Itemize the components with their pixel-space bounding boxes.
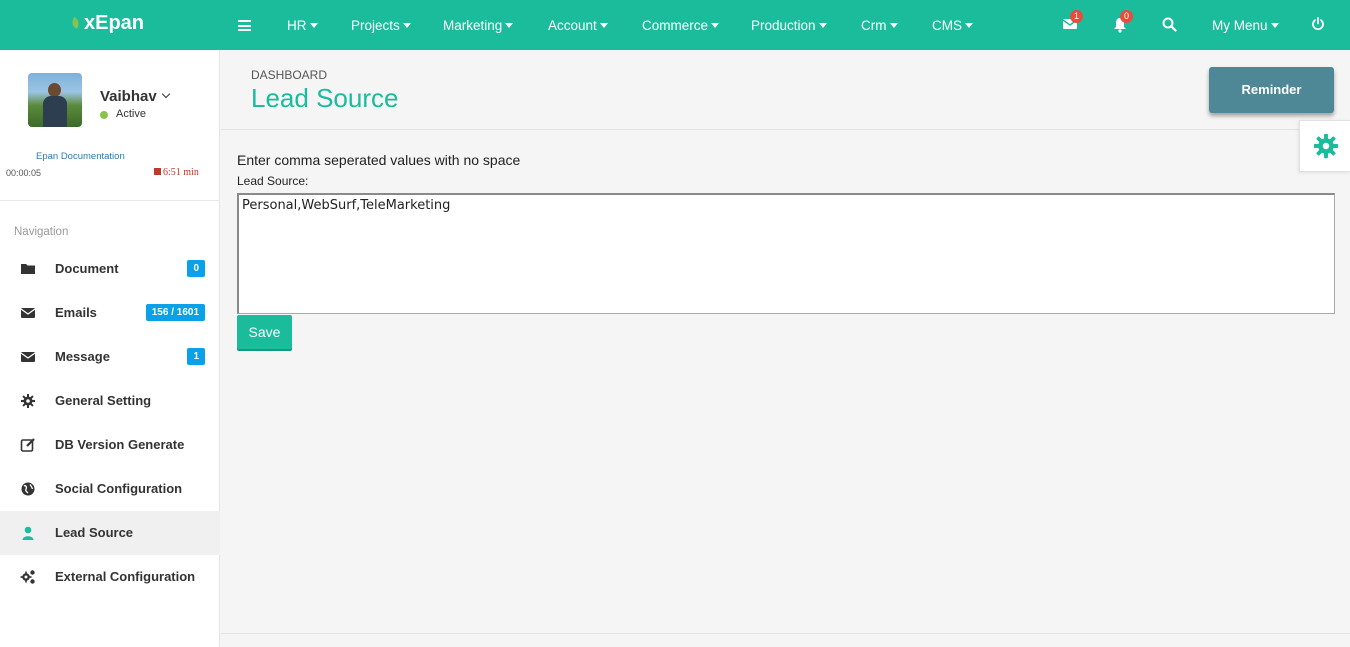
count-badge: 0 bbox=[187, 260, 205, 277]
help-text: Enter comma seperated values with no spa… bbox=[237, 152, 521, 168]
sidebar-item-emails[interactable]: Emails 156 / 1601 bbox=[0, 291, 220, 335]
page-title: Lead Source bbox=[251, 83, 399, 113]
sidebar-item-label: DB Version Generate bbox=[55, 437, 185, 452]
notification-count-badge: 0 bbox=[1120, 10, 1133, 23]
gear-icon bbox=[1313, 133, 1339, 159]
status-dot-icon bbox=[100, 111, 108, 119]
sidebar-item-label: General Setting bbox=[55, 393, 152, 408]
footer-divider bbox=[221, 633, 1350, 634]
folder-icon bbox=[21, 264, 35, 274]
user-name: Vaibhav bbox=[100, 88, 157, 105]
caret-down-icon bbox=[309, 23, 318, 28]
sidebar-item-social-configuration[interactable]: Social Configuration bbox=[0, 467, 220, 511]
brand-logo[interactable]: xEpan bbox=[0, 0, 220, 50]
caret-down-icon bbox=[711, 23, 720, 28]
sidebar-item-general-setting[interactable]: General Setting bbox=[0, 379, 220, 423]
power-icon bbox=[1312, 17, 1324, 31]
brand-name: xEpan bbox=[84, 12, 145, 34]
menu-toggle-icon[interactable] bbox=[238, 20, 251, 31]
nav-commerce-label: Commerce bbox=[642, 18, 709, 33]
documentation-link[interactable]: Epan Documentation bbox=[36, 151, 125, 162]
reminder-button[interactable]: Reminder bbox=[1209, 67, 1334, 113]
nav-crm[interactable]: Crm bbox=[861, 18, 898, 33]
timer-remaining-text: 6:51 min bbox=[163, 167, 199, 178]
nav-cms-label: CMS bbox=[932, 18, 962, 33]
my-menu-label: My Menu bbox=[1212, 18, 1268, 33]
nav-marketing-label: Marketing bbox=[443, 18, 503, 33]
logout-button[interactable] bbox=[1311, 17, 1329, 35]
lead-source-textarea[interactable]: Personal,WebSurf,TeleMarketing bbox=[237, 193, 1335, 314]
sidebar-item-label: Message bbox=[55, 349, 110, 364]
sidebar-item-document[interactable]: Document 0 bbox=[0, 247, 220, 291]
sidebar-item-label: External Configuration bbox=[55, 569, 196, 584]
gears-icon bbox=[20, 570, 35, 584]
navigation-heading: Navigation bbox=[14, 226, 69, 238]
sidebar-item-label: Document bbox=[55, 261, 119, 276]
nav-hr-label: HR bbox=[287, 18, 307, 33]
mail-button[interactable]: 1 bbox=[1062, 10, 1083, 35]
timer-remaining: 6:51 min bbox=[154, 167, 199, 178]
main-content: DASHBOARD Lead Source Reminder Enter com… bbox=[221, 50, 1350, 647]
search-icon bbox=[1162, 17, 1177, 32]
save-button[interactable]: Save bbox=[237, 315, 292, 349]
sidebar: Vaibhav Active Epan Documentation 00:00:… bbox=[0, 50, 220, 647]
nav-projects[interactable]: Projects bbox=[351, 18, 411, 33]
envelope-icon bbox=[20, 352, 36, 362]
nav-production-label: Production bbox=[751, 18, 816, 33]
nav-marketing[interactable]: Marketing bbox=[443, 18, 514, 33]
caret-down-icon bbox=[965, 23, 973, 28]
my-menu-dropdown[interactable]: My Menu bbox=[1212, 18, 1279, 33]
caret-down-icon bbox=[1270, 23, 1279, 28]
nav-crm-label: Crm bbox=[861, 18, 887, 33]
nav-commerce[interactable]: Commerce bbox=[642, 18, 720, 33]
settings-panel-toggle[interactable] bbox=[1299, 120, 1350, 172]
sidebar-item-message[interactable]: Message 1 bbox=[0, 335, 220, 379]
page-header: DASHBOARD Lead Source Reminder bbox=[221, 50, 1350, 130]
sidebar-item-external-configuration[interactable]: External Configuration bbox=[0, 555, 220, 599]
nav-hr[interactable]: HR bbox=[287, 18, 318, 33]
gear-icon bbox=[21, 394, 35, 408]
count-badge: 1 bbox=[187, 348, 205, 365]
lead-source-label: Lead Source: bbox=[237, 174, 309, 188]
avatar[interactable] bbox=[28, 73, 82, 127]
sidebar-item-lead-source[interactable]: Lead Source bbox=[0, 511, 220, 555]
notification-button[interactable]: 0 bbox=[1112, 10, 1133, 35]
sidebar-item-db-version-generate[interactable]: DB Version Generate bbox=[0, 423, 220, 467]
globe-icon bbox=[21, 482, 35, 496]
user-icon bbox=[22, 526, 34, 540]
nav-account-label: Account bbox=[548, 18, 597, 33]
caret-down-icon bbox=[402, 23, 411, 28]
sidebar-item-label: Emails bbox=[55, 305, 97, 320]
sidebar-item-label: Social Configuration bbox=[55, 481, 183, 496]
edit-icon bbox=[20, 438, 35, 452]
nav-cms[interactable]: CMS bbox=[932, 18, 973, 33]
caret-down-icon bbox=[505, 23, 514, 28]
count-badge: 156 / 1601 bbox=[145, 304, 205, 321]
caret-down-icon bbox=[599, 23, 608, 28]
nav-account[interactable]: Account bbox=[548, 18, 608, 33]
breadcrumb[interactable]: DASHBOARD bbox=[251, 68, 327, 82]
user-menu[interactable]: Vaibhav bbox=[100, 88, 170, 105]
nav-production[interactable]: Production bbox=[751, 18, 827, 33]
sidebar-item-label: Lead Source bbox=[55, 525, 134, 540]
caret-down-icon bbox=[818, 23, 827, 28]
mail-count-badge: 1 bbox=[1070, 10, 1083, 23]
chevron-down-icon bbox=[161, 89, 170, 99]
divider bbox=[0, 200, 220, 201]
user-status: Active bbox=[116, 108, 146, 120]
caret-down-icon bbox=[889, 23, 898, 28]
envelope-icon bbox=[20, 308, 36, 318]
top-navbar: xEpan HR Projects Marketing Account Comm… bbox=[0, 0, 1350, 50]
leaf-icon bbox=[70, 17, 81, 29]
search-button[interactable] bbox=[1162, 17, 1180, 35]
timer-elapsed: 00:00:05 bbox=[6, 168, 42, 178]
nav-projects-label: Projects bbox=[351, 18, 400, 33]
stop-icon bbox=[154, 168, 161, 175]
